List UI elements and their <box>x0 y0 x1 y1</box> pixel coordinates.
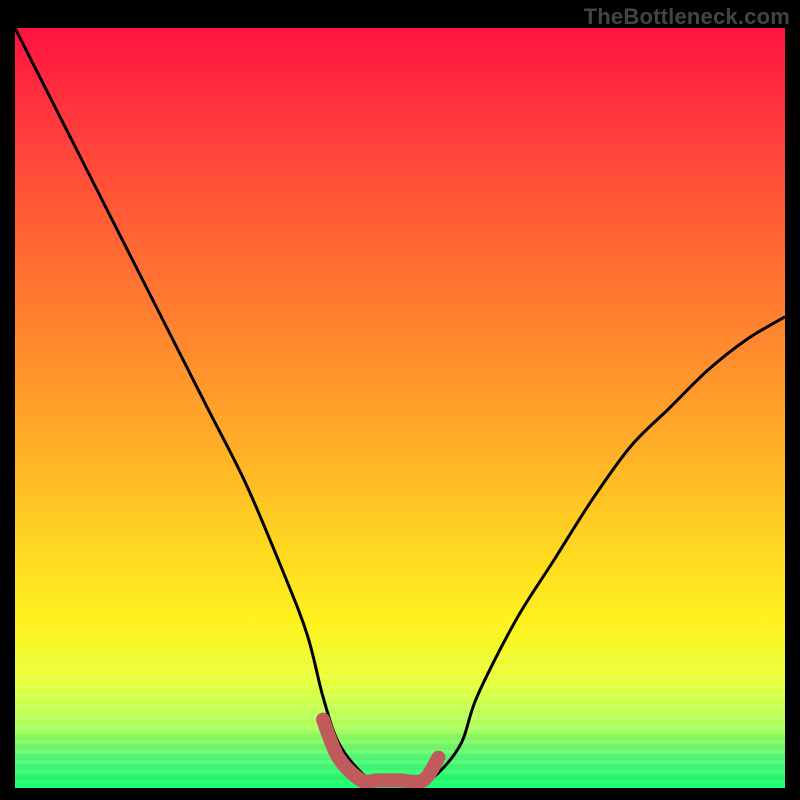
watermark-text: TheBottleneck.com <box>584 4 790 30</box>
chart-stage: TheBottleneck.com <box>0 0 800 800</box>
plot-area <box>15 28 785 788</box>
curve-path <box>15 28 785 781</box>
chart-svg <box>15 28 785 788</box>
bottom-accent-path <box>323 720 439 782</box>
